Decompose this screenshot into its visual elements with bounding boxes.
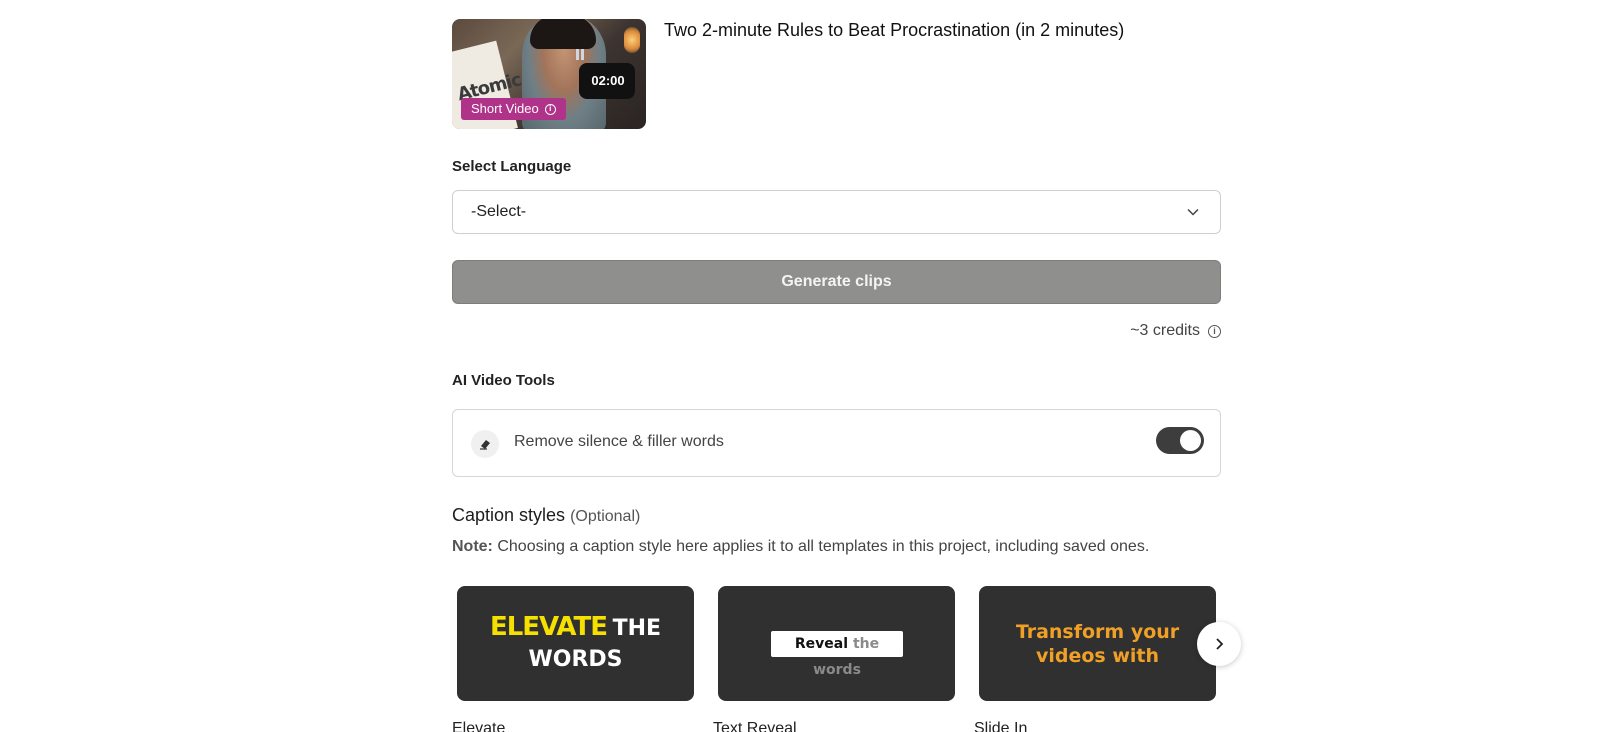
info-icon[interactable]: i [1208,324,1221,338]
note-text: Choosing a caption style here applies it… [497,538,1150,555]
elevate-preview-line2: WORDS [528,647,623,672]
reveal-preview-bold: Reveal [794,636,849,652]
caption-style-elevate[interactable]: ELEVATE THE WORDS [457,586,694,701]
credits-estimate: ~3 credits i [1130,322,1221,340]
elevate-preview-highlight: ELEVATE [489,612,608,642]
language-select[interactable]: -Select- [452,190,1221,234]
video-header: Atomic Habits 02:00 Short Video i Two 2-… [452,19,1221,129]
carousel-next-button[interactable] [1197,622,1241,666]
remove-silence-toggle[interactable] [1156,427,1204,454]
slide-preview-line1: Transform your [1015,621,1180,643]
language-select-value: -Select- [471,203,527,220]
caption-styles-heading: Caption styles (Optional) [452,505,640,526]
tool-label: Remove silence & filler words [514,433,724,450]
video-title: Two 2-minute Rules to Beat Procrastinati… [664,20,1125,40]
video-thumbnail[interactable]: Atomic Habits 02:00 Short Video i [452,19,646,129]
chevron-down-icon [1187,208,1199,216]
elevate-preview: ELEVATE THE WORDS [457,612,694,675]
thumbnail-hair [530,19,596,49]
caption-styles-title: Caption styles [452,505,566,525]
slide-preview: Transform your videos with [979,620,1216,668]
short-video-badge[interactable]: Short Video i [461,98,566,120]
caption-style-slide-in[interactable]: Transform your videos with [979,586,1216,701]
caption-style-name: Text Reveal [713,720,797,732]
caption-style-name: Slide In [974,720,1028,732]
note-label: Note: [452,538,493,555]
video-duration: 02:00 [591,73,625,88]
toggle-knob [1180,430,1201,451]
chevron-right-icon [1216,638,1224,650]
thumbnail-lamp [624,27,640,53]
pause-icon [573,49,587,63]
language-label: Select Language [452,158,572,175]
caption-note: Note: Choosing a caption style here appl… [452,538,1149,556]
badge-label: Short Video [471,101,539,116]
caption-style-name: Elevate [452,720,506,732]
generate-clips-button[interactable]: Generate clips [452,260,1221,304]
reveal-preview: Reveal the words [771,631,903,678]
elevate-preview-rest: THE [612,616,662,641]
slide-preview-line2: videos with [1035,645,1160,667]
ai-tools-heading: AI Video Tools [452,372,555,389]
optional-label: (Optional) [570,508,641,525]
caption-style-text-reveal[interactable]: Reveal the words [718,586,955,701]
eraser-icon [471,430,499,458]
info-icon[interactable]: i [544,103,556,115]
tool-remove-silence: Remove silence & filler words [452,409,1221,477]
credits-text: ~3 credits [1130,322,1200,339]
